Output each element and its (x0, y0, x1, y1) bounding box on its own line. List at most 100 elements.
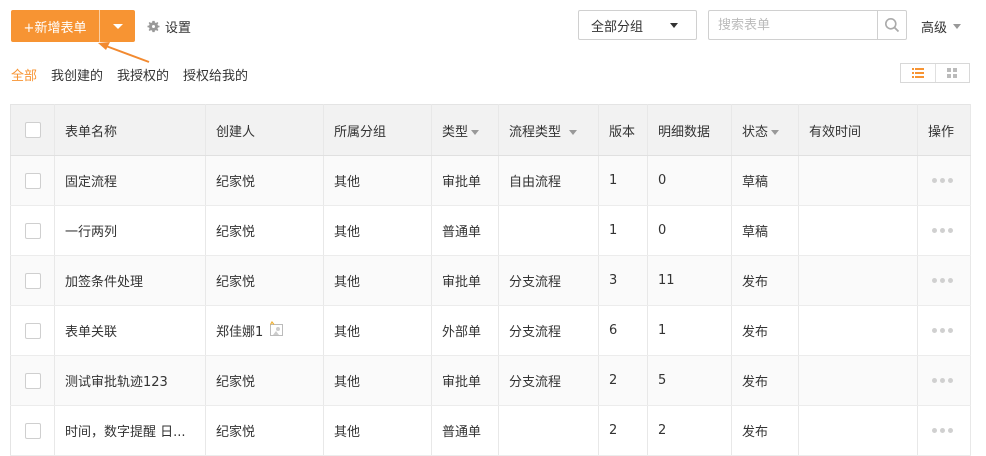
row-select[interactable] (10, 205, 55, 256)
cell-detail[interactable]: 11 (647, 255, 732, 306)
more-actions-icon[interactable] (928, 428, 970, 433)
cell-detail[interactable]: 1 (647, 305, 732, 356)
cell-name[interactable]: 表单关联 (54, 305, 206, 356)
search-input[interactable] (709, 11, 877, 39)
checkbox[interactable] (24, 222, 41, 239)
more-actions-icon[interactable] (928, 178, 970, 183)
table-row[interactable]: 一行两列 纪家悦 其他 普通单 1 0 草稿 (10, 205, 971, 256)
grid-icon (947, 68, 958, 78)
more-actions-icon[interactable] (928, 228, 970, 233)
table-row[interactable]: 时间，数字提醒 日... 纪家悦 其他 普通单 2 2 发布 (10, 405, 971, 456)
cell-flow-type (498, 405, 599, 456)
cell-flow-type: 分支流程 (498, 255, 599, 306)
cell-detail[interactable]: 5 (647, 355, 732, 406)
cell-group: 其他 (323, 305, 432, 356)
cell-version: 2 (598, 355, 648, 406)
cell-detail[interactable]: 0 (647, 205, 732, 256)
filter-tabs: 全部 我创建的 我授权的 授权给我的 (11, 65, 248, 84)
row-select[interactable] (10, 405, 55, 456)
table-row[interactable]: 测试审批轨迹123 纪家悦 其他 审批单 分支流程 2 5 发布 (10, 355, 971, 406)
cell-group: 其他 (323, 205, 432, 256)
forms-table: 表单名称 创建人 所属分组 类型 流程类型 版本 明细数据 状态 有效时间 操作… (10, 104, 971, 456)
cell-valid-time (798, 255, 918, 306)
cell-type: 外部单 (431, 305, 499, 356)
cell-status: 发布 (731, 405, 799, 456)
row-select[interactable] (10, 355, 55, 406)
header-select-all[interactable] (10, 104, 55, 156)
cell-name[interactable]: 加签条件处理 (54, 255, 206, 306)
cell-valid-time (798, 405, 918, 456)
search-icon (885, 18, 900, 33)
cell-detail[interactable]: 0 (647, 155, 732, 206)
header-status-label: 状态 (742, 124, 769, 140)
checkbox[interactable] (24, 172, 41, 189)
header-type-label: 类型 (442, 124, 469, 140)
header-status[interactable]: 状态 (731, 104, 799, 156)
add-form-button-group: +新增表单 (11, 10, 135, 42)
table-row[interactable]: 加签条件处理 纪家悦 其他 审批单 分支流程 3 11 发布 (10, 255, 971, 306)
cell-name[interactable]: 固定流程 (54, 155, 206, 206)
cell-type: 普通单 (431, 405, 499, 456)
settings-label: 设置 (165, 21, 192, 36)
add-form-dropdown-toggle[interactable] (100, 10, 135, 42)
header-type[interactable]: 类型 (431, 104, 499, 156)
checkbox[interactable] (24, 322, 41, 339)
cell-detail[interactable]: 2 (647, 405, 732, 456)
cell-creator: 纪家悦 (205, 355, 324, 406)
cell-valid-time (798, 305, 918, 356)
list-view-button[interactable] (901, 64, 935, 82)
caret-down-icon (471, 129, 480, 135)
cell-actions (917, 205, 971, 256)
header-flow-type-label: 流程类型 (509, 124, 562, 140)
table-row[interactable]: 固定流程 纪家悦 其他 审批单 自由流程 1 0 草稿 (10, 155, 971, 206)
advanced-filter-button[interactable]: 高级 (921, 17, 962, 36)
cell-name[interactable]: 测试审批轨迹123 (54, 355, 206, 406)
table-row[interactable]: 表单关联 郑佳娜1 其他 外部单 分支流程 6 1 发布 (10, 305, 971, 356)
row-select[interactable] (10, 155, 55, 206)
cell-version: 1 (598, 205, 648, 256)
header-version: 版本 (598, 104, 648, 156)
cell-valid-time (798, 155, 918, 206)
settings-button[interactable]: 设置 (146, 17, 191, 36)
row-select[interactable] (10, 255, 55, 306)
checkbox[interactable] (24, 372, 41, 389)
cell-version: 6 (598, 305, 648, 356)
filter-tab-authorized-by-me[interactable]: 我授权的 (117, 65, 169, 84)
cell-status: 发布 (731, 305, 799, 356)
cell-actions (917, 155, 971, 206)
cell-type: 审批单 (431, 355, 499, 406)
header-flow-type[interactable]: 流程类型 (498, 104, 599, 156)
add-form-button[interactable]: +新增表单 (11, 10, 99, 42)
group-select-value: 全部分组 (591, 19, 644, 35)
filter-tab-all[interactable]: 全部 (11, 65, 37, 84)
cell-actions (917, 255, 971, 306)
cell-name[interactable]: 时间，数字提醒 日... (54, 405, 206, 456)
group-select[interactable]: 全部分组 (578, 10, 697, 40)
checkbox[interactable] (24, 422, 41, 439)
more-actions-icon[interactable] (928, 328, 970, 333)
cell-status: 发布 (731, 255, 799, 306)
more-actions-icon[interactable] (928, 278, 970, 283)
cell-actions (917, 405, 971, 456)
toolbar: +新增表单 设置 全部分组 高级 (0, 0, 986, 63)
more-actions-icon[interactable] (928, 378, 970, 383)
grid-view-button[interactable] (934, 64, 970, 82)
list-icon (911, 68, 924, 78)
caret-down-icon (569, 129, 578, 135)
cell-flow-type: 自由流程 (498, 155, 599, 206)
advanced-label: 高级 (921, 21, 948, 36)
cell-creator: 纪家悦 (205, 405, 324, 456)
checkbox[interactable] (24, 272, 41, 289)
cell-status: 发布 (731, 355, 799, 406)
cell-name[interactable]: 一行两列 (54, 205, 206, 256)
filter-tab-authorized-to-me[interactable]: 授权给我的 (183, 65, 248, 84)
cell-status: 草稿 (731, 155, 799, 206)
filter-tab-created-by-me[interactable]: 我创建的 (51, 65, 103, 84)
row-select[interactable] (10, 305, 55, 356)
cell-actions (917, 305, 971, 356)
header-valid-time: 有效时间 (798, 104, 918, 156)
search-button[interactable] (877, 11, 906, 39)
cell-actions (917, 355, 971, 406)
checkbox[interactable] (24, 122, 41, 138)
cell-version: 1 (598, 155, 648, 206)
